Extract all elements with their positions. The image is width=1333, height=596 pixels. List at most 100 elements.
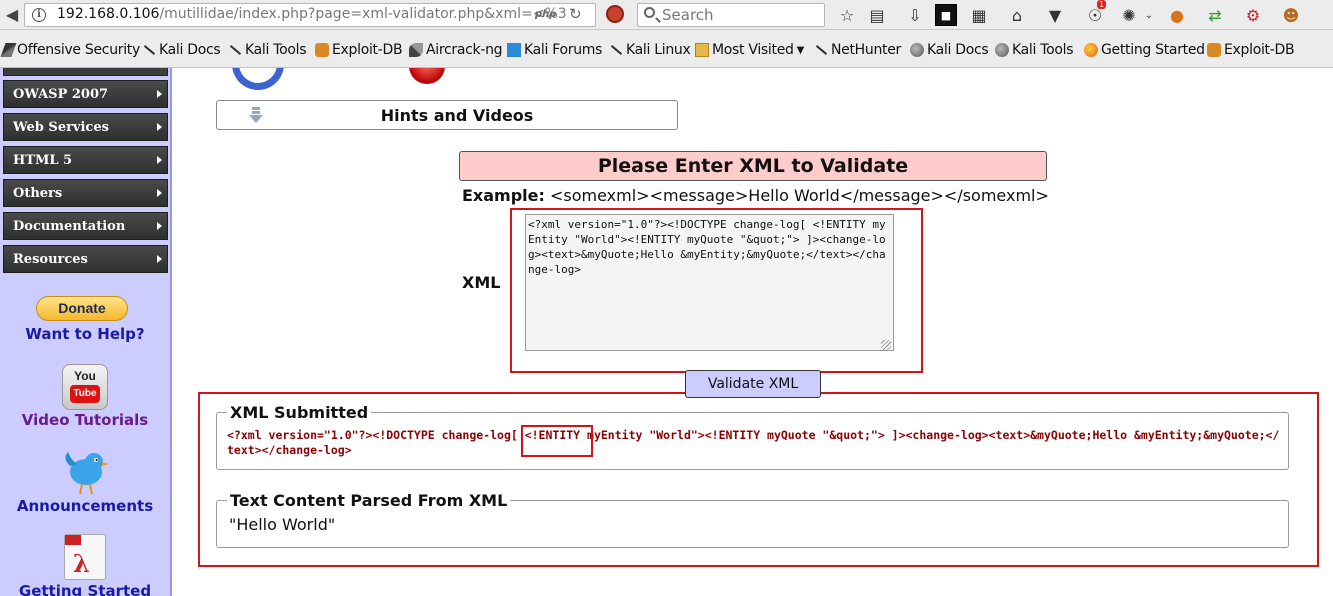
bookmark-label: Getting Started [1101,42,1205,58]
chevron-down-icon[interactable]: ⌄ [1138,4,1160,26]
kali-sword-icon [609,43,623,57]
bookmark-most-visited[interactable]: Most Visited ▼ [695,40,804,60]
bookmark-label: Kali Docs [927,42,989,58]
exploit-db-icon [315,43,329,57]
bookmark-aircrack-ng[interactable]: Aircrack-ng [409,40,503,60]
menu-item-html5[interactable]: HTML 5 [3,146,168,174]
menu-item-label: Others [13,186,63,201]
bookmark-label: Exploit-DB [332,42,403,58]
want-to-help-link[interactable]: Want to Help? [0,325,170,343]
back-button[interactable]: ◀ [0,0,24,28]
bookmark-offensive-security[interactable]: Offensive Security [0,40,140,60]
arrow-right-icon [157,90,162,98]
url-host: 192.168.0.106 [57,6,160,22]
menu-item-others[interactable]: Others [3,179,168,207]
chevron-down-icon: ▼ [796,44,805,56]
arrow-right-icon [157,222,162,230]
php-badge-icon: php [535,9,557,20]
xml-submitted-fieldset: XML Submitted <?xml version="1.0"?><!DOC… [216,403,1289,470]
url-path: /mutillidae/index.php?page=xml-validator… [159,6,567,22]
bookmark-exploit-db[interactable]: Exploit-DB [315,40,403,60]
youtube-icon[interactable]: You Tube [62,364,108,410]
getting-started-link[interactable]: Getting Started [0,582,170,596]
menu-item-owasp-2007[interactable]: OWASP 2007 [3,80,168,108]
bookmark-kali-docs-2[interactable]: Kali Docs [910,40,989,60]
reload-icon[interactable]: ↻ [569,5,582,23]
gear-extension-icon[interactable]: ⚙ [1242,4,1264,26]
bookmark-exploit-db-2[interactable]: Exploit-DB [1207,40,1295,60]
site-info-icon[interactable]: i [32,8,46,22]
kali-dragon-icon [0,43,17,57]
bookmark-label: Kali Tools [1012,42,1074,58]
parsed-text: "Hello World" [229,515,336,534]
twitter-bird-icon[interactable] [60,448,110,496]
arrow-right-icon [157,255,162,263]
monkey-icon[interactable]: ☻ [1280,4,1302,26]
search-input[interactable]: Search [637,3,825,27]
bookmark-kali-tools-2[interactable]: Kali Tools [995,40,1074,60]
bookmark-label: Kali Linux [626,42,691,58]
menu-item-resources[interactable]: Resources [3,245,168,273]
main-panel: Hints and Videos Please Enter XML to Val… [174,68,1333,596]
ublock-icon[interactable] [606,5,624,23]
pocket-icon[interactable]: ▼ [1044,4,1066,26]
bookmark-label: Offensive Security [17,42,140,58]
sidebar: OWASP 2007 Web Services HTML 5 Others Do… [0,68,172,596]
resize-grip-icon[interactable] [881,340,891,350]
menu-item-partial[interactable] [3,68,168,76]
burp-extension-icon[interactable]: ■ [935,4,957,26]
acrobat-glyph: λ [73,549,90,578]
bookmark-kali-tools[interactable]: Kali Tools [228,40,307,60]
hints-label: Hints and Videos [380,106,534,125]
youtube-logo-text: You [74,369,96,383]
bookmark-nethunter[interactable]: NetHunter [814,40,901,60]
forum-icon [507,43,521,57]
hints-and-videos-toggle[interactable]: Hints and Videos [216,100,678,130]
shield-icon[interactable]: ☉ 1 [1084,0,1107,26]
example-label: Example: [462,186,545,205]
validate-xml-button[interactable]: Validate XML [685,370,821,398]
xml-textarea[interactable]: <?xml version="1.0"?><!DOCTYPE change-lo… [525,214,894,351]
form-title: Please Enter XML to Validate [459,151,1047,181]
bookmark-star-icon[interactable]: ☆ [836,4,858,26]
navigation-toolbar: ◀ i 192.168.0.106/mutillidae/index.php?p… [0,0,1333,30]
menu-item-label: Documentation [13,219,126,234]
reading-list-icon[interactable]: ▤ [866,4,888,26]
menu-item-label: Web Services [13,120,109,135]
example-line: Example: <somexml><message>Hello World</… [462,186,1049,205]
back-arrow-icon: ◀ [5,4,19,24]
bookmark-kali-docs[interactable]: Kali Docs [142,40,221,60]
bookmark-kali-linux[interactable]: Kali Linux [609,40,691,60]
parsed-content-fieldset: Text Content Parsed From XML "Hello Worl… [216,491,1289,548]
search-placeholder: Search [662,6,714,24]
arrow-right-icon [157,156,162,164]
home-icon[interactable]: ⌂ [1006,4,1028,26]
bookmark-label: NetHunter [831,42,902,58]
bookmark-kali-forums[interactable]: Kali Forums [507,40,602,60]
submitted-xml-text: <?xml version="1.0"?><!DOCTYPE change-lo… [227,428,1280,457]
page-content: OWASP 2007 Web Services HTML 5 Others Do… [0,68,1333,596]
kali-sword-icon [814,43,828,57]
logo-swirl-icon [232,68,284,90]
switch-arrows-icon[interactable]: ⇄ [1204,4,1226,26]
bookmark-label: Exploit-DB [1224,42,1295,58]
menu-item-label: HTML 5 [13,153,73,168]
donate-button[interactable]: Donate [36,296,128,321]
bookmark-getting-started[interactable]: Getting Started [1084,40,1205,60]
announcements-link[interactable]: Announcements [0,497,170,515]
video-tutorials-link[interactable]: Video Tutorials [0,411,170,429]
fieldset-legend: XML Submitted [227,403,372,422]
pdf-icon[interactable]: λ [64,534,106,580]
bug-icon[interactable]: ✺ [1118,4,1140,26]
example-value: <somexml><message>Hello World</message><… [550,186,1049,205]
annotation-box-entity [521,425,593,457]
bookmark-label: Aircrack-ng [426,42,503,58]
menu-item-web-services[interactable]: Web Services [3,113,168,141]
globe-icon [910,43,924,57]
screenshot-icon[interactable]: ▦ [968,4,990,26]
url-bar[interactable]: i 192.168.0.106/mutillidae/index.php?pag… [24,3,596,27]
download-icon[interactable]: ⇩ [904,4,926,26]
menu-item-documentation[interactable]: Documentation [3,212,168,240]
fieldset-legend: Text Content Parsed From XML [227,491,511,510]
fox-icon[interactable]: ● [1166,4,1188,26]
